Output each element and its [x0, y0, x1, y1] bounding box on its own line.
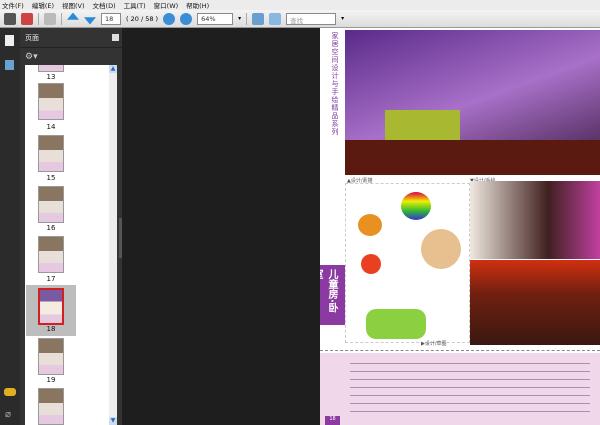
thumbnail-page[interactable]: [38, 338, 64, 375]
thumbnail-label: 16: [46, 224, 56, 232]
separator: [246, 12, 248, 25]
thumbnail-page[interactable]: [38, 135, 64, 172]
search-dropdown-icon[interactable]: ▾: [341, 15, 344, 22]
thumbnail-label: 17: [46, 275, 56, 283]
thumbnail-page[interactable]: [38, 83, 64, 120]
menu-document[interactable]: 文档(D): [93, 0, 116, 10]
zoom-input[interactable]: 64%: [197, 12, 234, 25]
divider: [320, 350, 600, 351]
menu-view[interactable]: 视图(V): [62, 0, 85, 10]
separator: [61, 12, 62, 25]
thumbnail-label: 19: [46, 376, 56, 384]
thumbnail-label: 18: [46, 325, 56, 333]
thumbnail-label: 13: [46, 73, 56, 81]
bookmarks-icon[interactable]: [5, 60, 14, 70]
page-count: ( 20 / 58 ): [126, 14, 159, 23]
page-number-input[interactable]: 18: [101, 12, 121, 25]
thumbnail-label: 15: [46, 174, 56, 182]
pages-panel: 页面 ⚙▾ 13 14 15 16 17 18 19 ▲ ▼: [20, 28, 122, 425]
zoom-in-icon[interactable]: [180, 12, 193, 25]
chevron-down-icon[interactable]: ▾: [238, 15, 241, 22]
thumbnail-page-selected[interactable]: [38, 288, 64, 325]
series-title: 家居空间设计与手绘精品系列: [331, 32, 339, 136]
document-page[interactable]: 家居空间设计与手绘精品系列 儿童房·卧室 ▲设计/素描 ▼设计/手绘 ▶设计/草…: [320, 28, 600, 425]
bedroom-photo-2: [470, 181, 600, 259]
comments-icon[interactable]: [4, 388, 16, 396]
separator: [38, 12, 39, 25]
zoom-out-icon[interactable]: [163, 12, 176, 25]
menu-edit[interactable]: 编辑(E): [32, 0, 54, 10]
thumbnail-list: 13 14 15 16 17 18 19 ▲ ▼: [25, 65, 117, 425]
navigation-icon-strip: ⌀: [0, 28, 20, 425]
fit-width-icon[interactable]: [252, 12, 265, 25]
menu-tools[interactable]: 工具(T): [124, 0, 146, 10]
options-gear-icon[interactable]: ⚙▾: [25, 52, 38, 62]
create-pdf-icon[interactable]: [21, 12, 33, 25]
children-illustration: [345, 183, 470, 343]
photo-caption: ▶设计/草图: [421, 341, 447, 347]
print-icon[interactable]: [4, 12, 16, 25]
bedroom-photo: [345, 30, 600, 175]
previous-page-icon[interactable]: [67, 12, 79, 20]
bedroom-photo-3: [470, 260, 600, 345]
fit-page-icon[interactable]: [269, 12, 282, 25]
thumbnail-scrollbar[interactable]: ▲ ▼: [109, 65, 117, 425]
menu-help[interactable]: 帮助(H): [186, 0, 209, 10]
panel-resize-handle[interactable]: [119, 218, 122, 258]
section-label: 儿童房·卧室: [320, 265, 345, 325]
panel-menu-icon[interactable]: [112, 34, 119, 41]
menu-file[interactable]: 文件(F): [2, 0, 24, 10]
menu-window[interactable]: 窗口(W): [154, 0, 179, 10]
thumbnail-page[interactable]: [38, 388, 64, 425]
text-block: [320, 353, 600, 425]
next-page-icon[interactable]: [84, 17, 96, 25]
menu-bar: 文件(F) 编辑(E) 视图(V) 文档(D) 工具(T) 窗口(W) 帮助(H…: [0, 0, 600, 10]
search-input[interactable]: 查找: [286, 12, 337, 25]
thumbnail-page[interactable]: [38, 65, 64, 72]
thumbnail-page[interactable]: [38, 236, 64, 273]
floor: [345, 140, 600, 175]
pages-icon[interactable]: [5, 35, 14, 46]
thumbnail-page[interactable]: [38, 186, 64, 223]
document-gutter: [119, 28, 320, 425]
thumbnail-label: 14: [46, 123, 56, 131]
toolbar: 18 ( 20 / 58 ) 64% ▾ 查找 ▾: [0, 10, 600, 28]
comment-icon[interactable]: [44, 12, 56, 25]
panel-title: 页面: [25, 33, 39, 42]
bed: [385, 110, 460, 140]
page-number: 18: [325, 416, 340, 425]
attachment-icon[interactable]: ⌀: [5, 409, 11, 420]
